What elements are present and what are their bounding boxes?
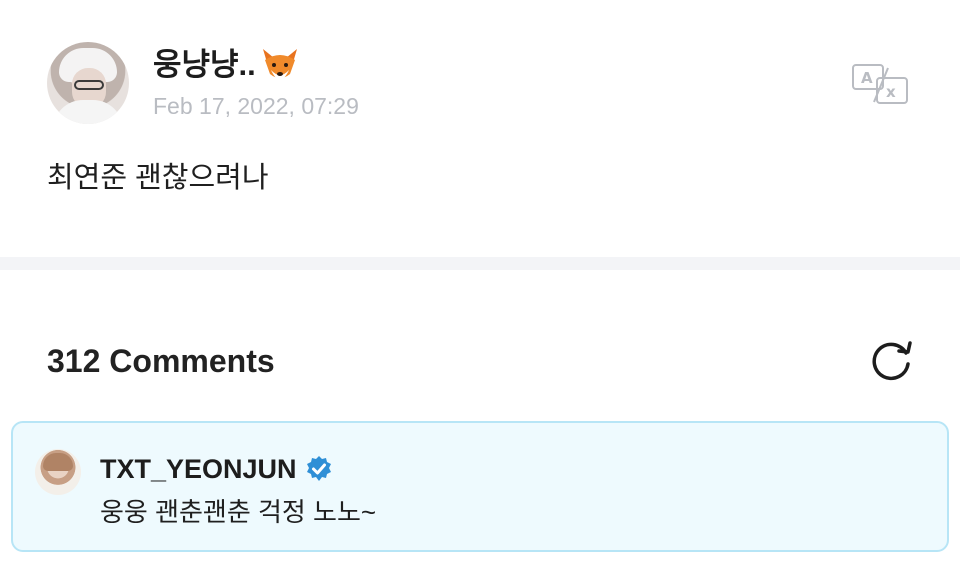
post-body-text: 최연준 괜찮으려나	[47, 162, 269, 194]
post-header: 웅냥냥.. Feb 17, 2022, 07:29	[47, 42, 359, 124]
fox-face-icon	[262, 49, 297, 80]
comments-count-title: 312 Comments	[47, 343, 275, 379]
author-name-text: 웅냥냥..	[153, 47, 256, 82]
artist-name[interactable]: TXT_YEONJUN	[100, 453, 333, 485]
post-date: Feb 17, 2022, 07:29	[153, 93, 359, 119]
author-name[interactable]: 웅냥냥..	[153, 46, 359, 84]
svg-text:A: A	[861, 69, 873, 87]
verified-badge-icon	[306, 456, 331, 481]
section-divider	[0, 257, 960, 270]
author-avatar[interactable]	[47, 42, 129, 124]
artist-avatar[interactable]	[35, 449, 81, 495]
svg-text:x: x	[886, 83, 896, 101]
refresh-icon[interactable]	[866, 336, 916, 386]
artist-name-text: TXT_YEONJUN	[100, 454, 297, 484]
artist-comment-card[interactable]: TXT_YEONJUN 웅웅 괜춘괜춘 걱정 노노~	[11, 421, 949, 552]
translate-icon[interactable]: A x	[852, 64, 908, 104]
author-info: 웅냥냥.. Feb 17, 2022, 07:29	[153, 46, 359, 120]
artist-comment-text: 웅웅 괜춘괜춘 걱정 노노~	[100, 497, 377, 527]
